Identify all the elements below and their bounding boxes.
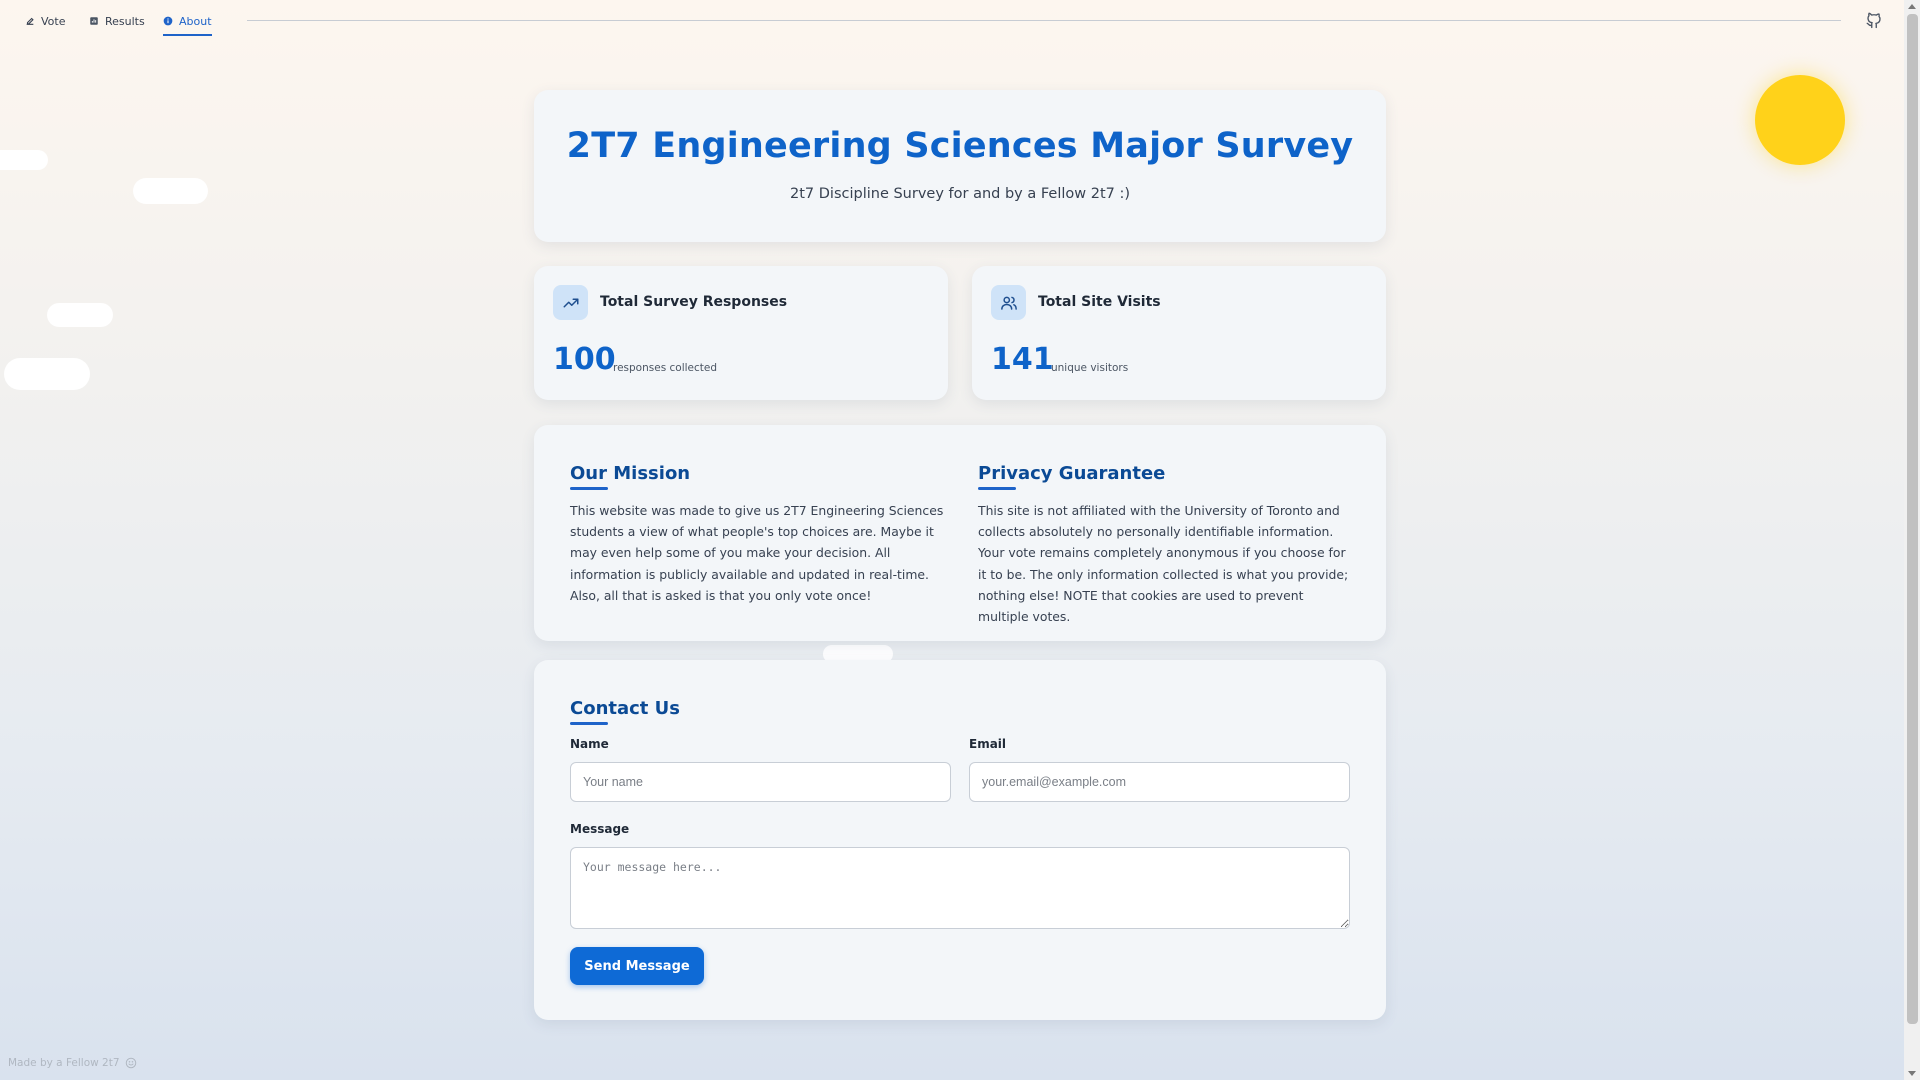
- name-input[interactable]: [570, 762, 951, 802]
- results-icon: [90, 17, 98, 25]
- cloud-decoration: [0, 150, 48, 170]
- stat-unit: unique visitors: [1051, 362, 1129, 374]
- nav-tab-about-label: About: [179, 14, 212, 28]
- users-icon: [1000, 296, 1017, 310]
- vote-icon: [26, 17, 34, 25]
- scroll-down-icon[interactable]: [1908, 1071, 1916, 1076]
- privacy-heading: Privacy Guarantee: [978, 463, 1353, 490]
- mission-text: This website was made to give us 2T7 Eng…: [570, 503, 944, 603]
- nav-tab-results-label: Results: [105, 14, 145, 28]
- scroll-thumb[interactable]: [1907, 14, 1918, 1024]
- message-textarea[interactable]: [570, 847, 1350, 929]
- email-label: Email: [969, 737, 1007, 751]
- trending-up-icon: [563, 298, 578, 307]
- privacy-section: Privacy Guarantee This site is not affil…: [978, 463, 1353, 627]
- cloud-decoration: [133, 178, 208, 204]
- mission-heading: Our Mission: [570, 463, 945, 490]
- nav-tab-about[interactable]: About: [163, 6, 212, 36]
- stat-icon-box: [991, 285, 1026, 320]
- nav-tab-results[interactable]: Results: [89, 6, 145, 36]
- github-icon[interactable]: [1865, 11, 1883, 29]
- info-icon: [163, 16, 173, 26]
- stat-label: Total Survey Responses: [600, 294, 788, 310]
- mission-section: Our Mission This website was made to giv…: [570, 463, 945, 606]
- top-nav: Vote Results About: [0, 0, 1904, 40]
- stat-unit: responses collected: [613, 362, 718, 374]
- smile-icon: [125, 1057, 136, 1069]
- stat-card-visits: Total Site Visits 141 unique visitors: [972, 266, 1386, 400]
- scroll-up-icon[interactable]: [1908, 4, 1916, 9]
- cloud-decoration: [4, 358, 90, 390]
- send-message-button[interactable]: Send Message: [570, 947, 704, 985]
- message-label: Message: [570, 822, 630, 836]
- info-card: Our Mission This website was made to giv…: [534, 425, 1386, 641]
- sun-decoration: [1755, 75, 1845, 165]
- contact-card: Contact Us Name Email Message Send Messa…: [534, 660, 1386, 1020]
- stat-value: 100: [553, 342, 616, 377]
- page-title: 2T7 Engineering Sciences Major Survey: [566, 126, 1354, 166]
- privacy-text: This site is not affiliated with the Uni…: [978, 503, 1349, 625]
- footer: Made by a Fellow 2t7: [8, 1057, 137, 1069]
- contact-heading: Contact Us: [570, 698, 680, 725]
- stat-value: 141: [991, 342, 1054, 377]
- stat-card-responses: Total Survey Responses 100 responses col…: [534, 266, 948, 400]
- nav-tab-vote-label: Vote: [41, 14, 66, 28]
- cloud-decoration: [47, 303, 113, 327]
- email-input[interactable]: [969, 762, 1350, 802]
- stat-icon-box: [553, 285, 588, 320]
- vertical-scrollbar[interactable]: [1904, 0, 1920, 1080]
- hero-card: 2T7 Engineering Sciences Major Survey 2t…: [534, 90, 1386, 242]
- name-label: Name: [570, 737, 609, 751]
- nav-divider: [247, 20, 1841, 21]
- stat-label: Total Site Visits: [1038, 294, 1161, 310]
- nav-tab-vote[interactable]: Vote: [25, 6, 65, 36]
- page-subtitle: 2t7 Discipline Survey for and by a Fello…: [790, 186, 1130, 202]
- footer-text: Made by a Fellow 2t7: [8, 1057, 120, 1069]
